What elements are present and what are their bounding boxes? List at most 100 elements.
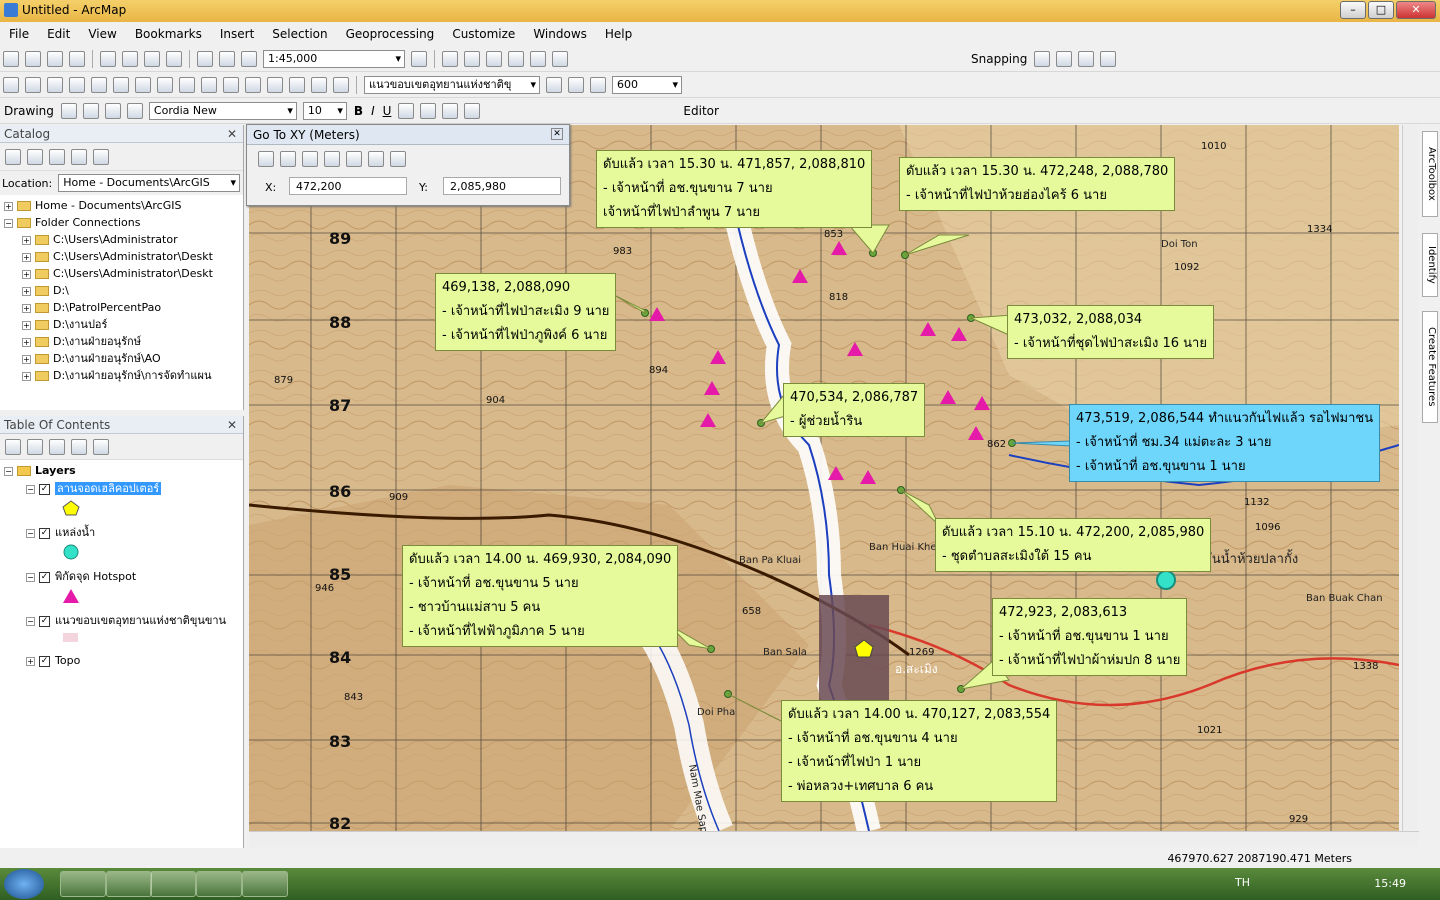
fire-callout[interactable]: ดับแล้ว เวลา 14.00 น. 469,930, 2,084,090…: [402, 545, 679, 647]
undo-icon[interactable]: [197, 50, 213, 67]
catalog-item[interactable]: + C:\Users\Administrator: [4, 231, 239, 248]
fire-callout-blue[interactable]: 473,519, 2,086,544 ทำแนวกันไฟแล้ว รอไฟมา…: [1069, 404, 1381, 482]
fire-callout[interactable]: 469,138, 2,088,090- เจ้าหน้าที่ไฟป่าสะเม…: [435, 273, 617, 351]
forward-icon[interactable]: [157, 76, 173, 93]
select-elements-arrow-icon[interactable]: [60, 102, 77, 119]
layers-root[interactable]: − Layers: [4, 462, 239, 480]
print-icon[interactable]: [69, 50, 85, 67]
hyperlink-icon[interactable]: [245, 76, 261, 93]
select-features-icon[interactable]: [179, 76, 195, 93]
font-combo[interactable]: Cordia New: [148, 101, 297, 120]
y-coordinate-input[interactable]: [443, 177, 561, 195]
fixed-zoom-in-icon[interactable]: [91, 76, 107, 93]
select-elements-icon[interactable]: [201, 76, 217, 93]
font-size-combo[interactable]: 10: [302, 101, 347, 120]
layer-item[interactable]: − ✓ พิกัดจุด Hotspot: [4, 568, 239, 586]
fire-callout[interactable]: 470,534, 2,086,787- ผู้ช่วยน้ำริน: [783, 383, 926, 437]
end-snap-icon[interactable]: [1056, 50, 1073, 67]
measure-icon[interactable]: [289, 76, 305, 93]
catalog-item[interactable]: + D:\PatrolPercentPao: [4, 299, 239, 316]
options-icon[interactable]: [93, 438, 109, 455]
text-icon[interactable]: [126, 102, 143, 119]
home-icon[interactable]: [71, 148, 87, 165]
back-icon[interactable]: [5, 148, 21, 165]
menu-customize[interactable]: Customize: [443, 27, 524, 41]
identify-icon[interactable]: [223, 76, 239, 93]
drawing-menu[interactable]: Drawing: [4, 104, 54, 118]
layer-item[interactable]: − ✓ แหล่งน้ำ: [4, 524, 239, 542]
catalog-item[interactable]: + D:\งานฝ่ายอนุรักษ์\AO: [4, 350, 239, 367]
arctoolbox-icon[interactable]: [508, 50, 524, 67]
line-color-icon[interactable]: [442, 102, 459, 119]
minimize-button[interactable]: –: [1340, 1, 1366, 19]
zoom-in-icon[interactable]: [3, 76, 19, 93]
map-view[interactable]: 89 88 87 86 85 84 83 82 Doi Pha Doi Ton …: [249, 125, 1399, 831]
close-icon[interactable]: ✕: [227, 125, 237, 143]
list-by-selection-icon[interactable]: [71, 438, 87, 455]
identify-tab[interactable]: Identify: [1422, 233, 1438, 297]
zoom-out-icon[interactable]: [25, 76, 41, 93]
menu-windows[interactable]: Windows: [524, 27, 596, 41]
fire-callout[interactable]: ดับแล้ว เวลา 14.00 น. 470,127, 2,083,554…: [781, 700, 1058, 802]
underline-button[interactable]: U: [383, 104, 392, 118]
create-features-tab[interactable]: Create Features: [1422, 311, 1438, 423]
menu-selection[interactable]: Selection: [263, 27, 336, 41]
new-icon[interactable]: [3, 50, 19, 67]
marker-color-icon[interactable]: [464, 102, 481, 119]
save-icon[interactable]: [47, 50, 63, 67]
map-horizontal-scrollbar[interactable]: [249, 831, 1419, 847]
add-data-icon[interactable]: [241, 50, 257, 67]
start-button[interactable]: [4, 869, 44, 899]
menu-geoprocessing[interactable]: Geoprocessing: [337, 27, 444, 41]
list-by-visibility-icon[interactable]: [49, 438, 65, 455]
language-indicator[interactable]: TH: [1235, 876, 1250, 889]
font-color-icon[interactable]: [398, 102, 415, 119]
menu-insert[interactable]: Insert: [211, 27, 263, 41]
maximize-button[interactable]: □: [1368, 1, 1394, 19]
zoom-to-icon[interactable]: [280, 151, 296, 167]
list-by-drawing-order-icon[interactable]: [5, 438, 21, 455]
catalog-item[interactable]: + Home - Documents\ArcGIS: [4, 197, 239, 214]
add-point-icon[interactable]: [324, 151, 340, 167]
arctoolbox-tab[interactable]: ArcToolbox: [1422, 131, 1438, 217]
python-icon[interactable]: [530, 50, 546, 67]
back-icon[interactable]: [135, 76, 151, 93]
line-taskbar-button[interactable]: [150, 871, 196, 897]
up-icon[interactable]: [49, 148, 65, 165]
fire-callout[interactable]: ดับแล้ว เวลา 15.10 น. 472,200, 2,085,980…: [935, 518, 1212, 572]
fill-color-icon[interactable]: [420, 102, 437, 119]
copy-icon[interactable]: [122, 50, 138, 67]
editor-toolbar-icon[interactable]: [411, 50, 427, 67]
clock[interactable]: 15:49: [1374, 877, 1406, 890]
editor-menu[interactable]: Editor: [683, 104, 719, 118]
fire-callout[interactable]: ดับแล้ว เวลา 15.30 น. 471,857, 2,088,810…: [596, 150, 873, 228]
search-taskbar-button[interactable]: [106, 871, 152, 897]
bold-button[interactable]: B: [354, 104, 363, 118]
map-vertical-scrollbar[interactable]: [1402, 125, 1418, 831]
italic-button[interactable]: I: [371, 104, 375, 118]
rotate-element-icon[interactable]: [82, 102, 99, 119]
catalog-item[interactable]: − Folder Connections: [4, 214, 239, 231]
table-icon[interactable]: [442, 50, 458, 67]
snapping-menu[interactable]: Snapping: [971, 52, 1027, 66]
redo-icon[interactable]: [219, 50, 235, 67]
georef-icon[interactable]: [546, 76, 562, 93]
menu-bookmarks[interactable]: Bookmarks: [126, 27, 211, 41]
x-coordinate-input[interactable]: [289, 177, 407, 195]
delete-icon[interactable]: [166, 50, 182, 67]
fire-callout[interactable]: ดับแล้ว เวลา 15.30 น. 472,248, 2,088,780…: [899, 157, 1176, 211]
catalog-item[interactable]: + C:\Users\Administrator\Deskt: [4, 265, 239, 282]
explorer-taskbar-button[interactable]: [60, 871, 106, 897]
catalog-item[interactable]: + D:\งานฝ่ายอนุรักษ์: [4, 333, 239, 350]
layer-combo[interactable]: แนวขอบเขตอุทยานแห่งชาติขุ: [364, 75, 540, 94]
location-combo[interactable]: Home - Documents\ArcGIS: [58, 174, 240, 192]
resolution-combo[interactable]: 600: [612, 75, 682, 94]
close-icon[interactable]: ✕: [551, 128, 563, 140]
search-icon[interactable]: [486, 50, 502, 67]
catalog-item[interactable]: + D:\งานปอร์: [4, 316, 239, 333]
catalog-item[interactable]: + D:\: [4, 282, 239, 299]
flash-icon[interactable]: [302, 151, 318, 167]
add-callout-icon[interactable]: [368, 151, 384, 167]
resolution-icon[interactable]: [590, 76, 606, 93]
arcgis-taskbar-button[interactable]: [196, 871, 242, 897]
